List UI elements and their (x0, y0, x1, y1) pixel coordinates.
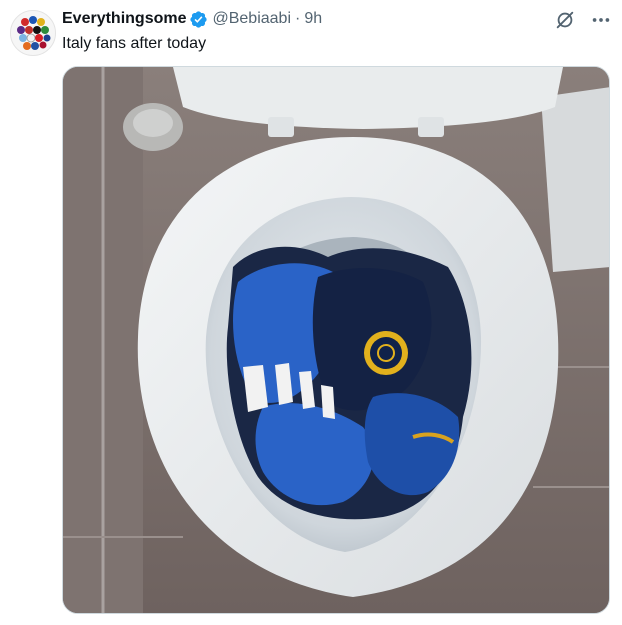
separator-dot: · (295, 10, 301, 27)
tweet-header: Everythingsome @Bebiaabi · 9h (62, 8, 612, 30)
tweet-media-photo[interactable] (62, 66, 610, 614)
toilet-with-jerseys-photo (63, 67, 609, 613)
author-avatar[interactable] (10, 10, 56, 56)
verified-badge-icon (190, 10, 208, 28)
grok-icon[interactable] (554, 9, 576, 31)
tweet[interactable]: Everythingsome @Bebiaabi · 9h Italy fans… (0, 0, 622, 625)
author-display-name[interactable]: Everythingsome (62, 8, 186, 30)
tweet-text: Italy fans after today (62, 35, 207, 52)
tweet-actions (554, 8, 612, 32)
club-badges-grid-icon (11, 11, 55, 55)
more-dots-icon[interactable] (590, 9, 612, 31)
author-handle[interactable]: @Bebiaabi (212, 8, 291, 30)
tweet-timestamp[interactable]: 9h (304, 8, 322, 30)
